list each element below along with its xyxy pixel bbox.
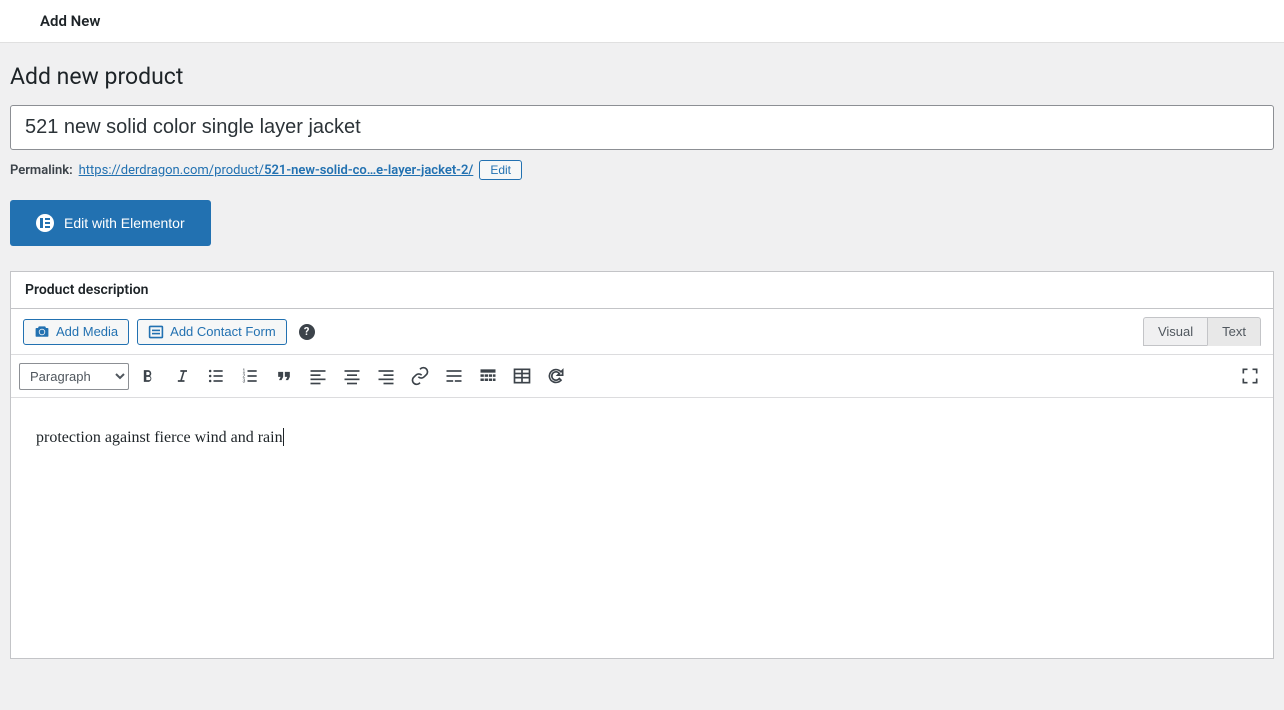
- add-media-label: Add Media: [56, 324, 118, 339]
- product-title-input[interactable]: [10, 105, 1274, 150]
- product-description-box: Product description Add Media Add Contac…: [10, 271, 1274, 659]
- add-contact-form-button[interactable]: Add Contact Form: [137, 319, 287, 345]
- bold-button[interactable]: [133, 361, 163, 391]
- text-cursor: [283, 428, 284, 446]
- editor-toolbar: Paragraph 123: [11, 355, 1273, 398]
- page-title: Add new product: [10, 63, 1274, 90]
- permalink-base: https://derdragon.com/product/: [79, 163, 264, 178]
- svg-text:3: 3: [243, 379, 246, 385]
- align-center-button[interactable]: [337, 361, 367, 391]
- italic-button[interactable]: [167, 361, 197, 391]
- help-icon[interactable]: ?: [299, 324, 315, 340]
- paragraph-format-select[interactable]: Paragraph: [19, 363, 129, 390]
- bullet-list-button[interactable]: [201, 361, 231, 391]
- postbox-header: Product description: [11, 272, 1273, 309]
- insert-more-button[interactable]: [439, 361, 469, 391]
- camera-icon: [34, 324, 50, 340]
- link-button[interactable]: [405, 361, 435, 391]
- edit-with-elementor-button[interactable]: Edit with Elementor: [10, 200, 211, 246]
- fullscreen-button[interactable]: [1235, 361, 1265, 391]
- blockquote-button[interactable]: [269, 361, 299, 391]
- table-button[interactable]: [507, 361, 537, 391]
- align-left-button[interactable]: [303, 361, 333, 391]
- description-box-title: Product description: [25, 282, 1259, 298]
- numbered-list-button[interactable]: 123: [235, 361, 265, 391]
- add-contact-form-label: Add Contact Form: [170, 324, 276, 339]
- editor-tabs: Visual Text: [1143, 317, 1261, 346]
- permalink-label: Permalink:: [10, 163, 73, 178]
- align-right-button[interactable]: [371, 361, 401, 391]
- media-toolbar-row: Add Media Add Contact Form ? Visual Text: [11, 309, 1273, 355]
- permalink-row: Permalink: https://derdragon.com/product…: [10, 160, 1274, 180]
- content-area: Add new product Permalink: https://derdr…: [0, 43, 1284, 679]
- tab-text[interactable]: Text: [1207, 317, 1261, 346]
- media-buttons: Add Media Add Contact Form ?: [23, 319, 315, 345]
- edit-permalink-button[interactable]: Edit: [479, 160, 522, 180]
- form-icon: [148, 324, 164, 340]
- add-media-button[interactable]: Add Media: [23, 319, 129, 345]
- top-bar: Add New: [0, 0, 1284, 43]
- permalink-link[interactable]: https://derdragon.com/product/521-new-so…: [79, 163, 474, 178]
- refresh-button[interactable]: [541, 361, 571, 391]
- top-bar-title: Add New: [40, 12, 100, 30]
- elementor-label: Edit with Elementor: [64, 215, 185, 231]
- permalink-slug: 521-new-solid-co…e-layer-jacket-2/: [264, 163, 473, 178]
- toolbar-toggle-button[interactable]: [473, 361, 503, 391]
- editor-text: protection against fierce wind and rain: [36, 429, 283, 446]
- tab-visual[interactable]: Visual: [1143, 317, 1207, 346]
- editor-content-area[interactable]: protection against fierce wind and rain: [11, 398, 1273, 658]
- elementor-icon: [36, 214, 54, 232]
